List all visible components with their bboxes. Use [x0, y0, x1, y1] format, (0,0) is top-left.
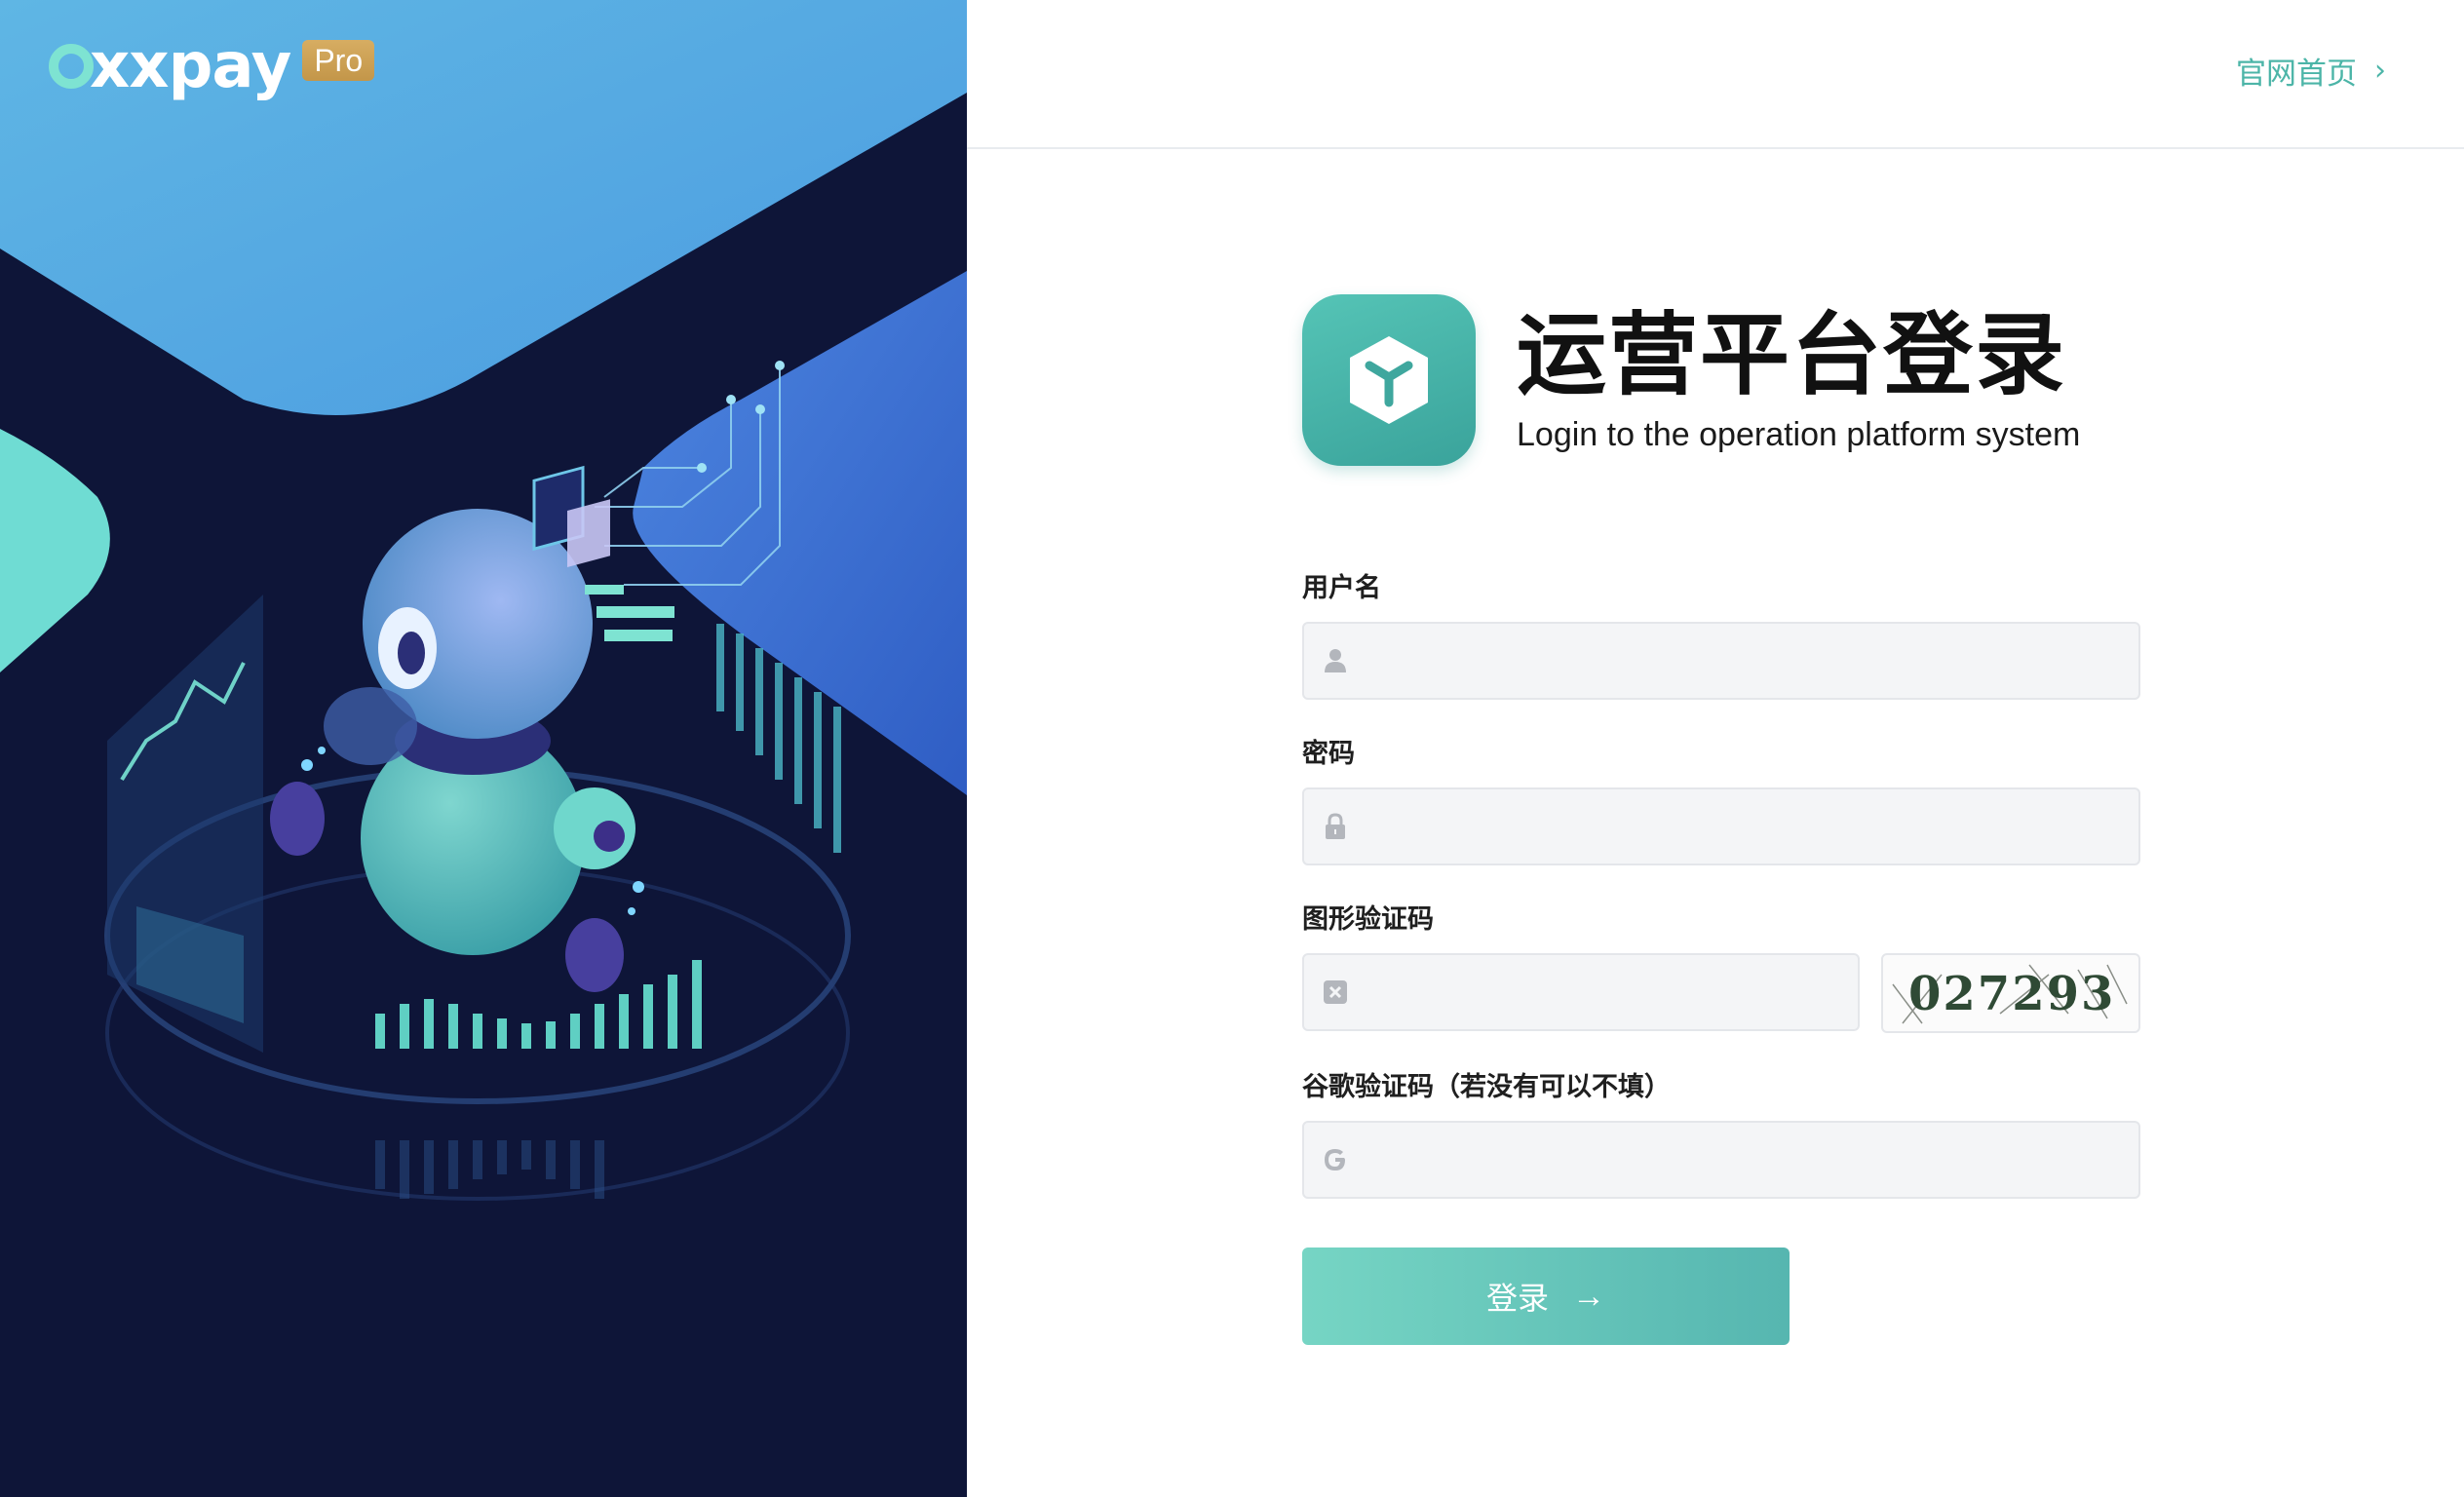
- brand-logo[interactable]: xxpay Pro: [49, 30, 375, 102]
- top-bar: 官网首页 ›: [967, 0, 2464, 149]
- cube-icon: [1302, 294, 1476, 466]
- login-page: xxpay Pro 官网首页 › 运营平台登录 Login to the ope…: [0, 0, 2464, 1497]
- user-icon: [1322, 647, 1349, 674]
- username-field-group: 用户名: [1302, 569, 2140, 700]
- robot-illustration: [0, 0, 967, 1201]
- username-input[interactable]: [1372, 624, 2123, 698]
- google-code-input[interactable]: [1372, 1123, 2123, 1197]
- page-title: 运营平台登录: [1517, 302, 2067, 407]
- chevron-right-icon: ›: [2374, 54, 2386, 88]
- shield-icon: [1322, 979, 1349, 1006]
- official-home-link[interactable]: 官网首页 ›: [2236, 49, 2386, 93]
- login-header: 运营平台登录 Login to the operation platform s…: [1302, 294, 2080, 466]
- illustration-panel: xxpay Pro: [0, 0, 967, 1497]
- login-button[interactable]: 登录 →: [1302, 1248, 1790, 1345]
- lock-icon: [1322, 813, 1349, 840]
- home-link-label: 官网首页: [2236, 57, 2357, 92]
- login-form: 用户名 密码 图形验证码 027293 谷歌验证码（若没有可以不填）: [1302, 569, 2140, 1234]
- captcha-box[interactable]: [1302, 953, 2123, 1031]
- login-button-label: 登录: [1485, 1281, 1549, 1316]
- google-icon: [1322, 1146, 1349, 1173]
- arrow-right-icon: →: [1572, 1277, 1605, 1315]
- captcha-field-group: 图形验证码 027293: [1302, 901, 2140, 1033]
- page-subtitle: Login to the operation platform system: [1517, 416, 2081, 454]
- brand-ring-icon: [49, 44, 94, 89]
- brand-name: xxpay: [90, 30, 291, 102]
- brand-wordmark: xxpay: [49, 30, 291, 102]
- google-code-label: 谷歌验证码（若没有可以不填）: [1302, 1072, 1671, 1102]
- password-input[interactable]: [1372, 789, 2123, 864]
- password-field-group: 密码: [1302, 735, 2140, 865]
- username-box[interactable]: [1302, 622, 2140, 700]
- password-box[interactable]: [1302, 787, 2140, 865]
- captcha-code: 027293: [1908, 967, 2116, 1021]
- captcha-image[interactable]: 027293: [1881, 953, 2140, 1033]
- captcha-label: 图形验证码: [1302, 904, 1434, 935]
- pro-badge: Pro: [302, 40, 375, 81]
- google-code-box[interactable]: [1302, 1121, 2140, 1199]
- password-label: 密码: [1302, 739, 1355, 769]
- login-panel: 官网首页 › 运营平台登录 Login to the operation pla…: [967, 0, 2464, 1497]
- google-code-field-group: 谷歌验证码（若没有可以不填）: [1302, 1068, 2140, 1199]
- username-label: 用户名: [1302, 573, 1381, 603]
